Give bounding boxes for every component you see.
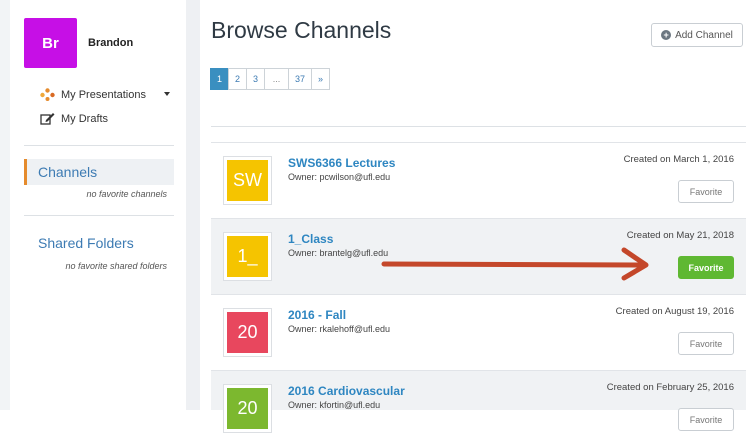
sidebar-divider xyxy=(24,145,174,146)
avatar[interactable]: Br xyxy=(24,18,77,68)
add-channel-button[interactable]: + Add Channel xyxy=(651,23,743,47)
plus-icon: + xyxy=(661,30,672,40)
channel-created-date: Created on May 21, 2018 xyxy=(626,230,734,241)
channel-created-date: Created on February 25, 2016 xyxy=(606,382,734,393)
username[interactable]: Brandon xyxy=(88,37,133,49)
annotation-arrow-icon xyxy=(381,247,649,281)
channels-note: no favorite channels xyxy=(86,189,167,199)
channel-name-link[interactable]: 1_Class xyxy=(288,232,333,246)
channel-owner: Owner: brantelg@ufl.edu xyxy=(288,248,389,258)
channel-tile: 20 xyxy=(227,388,268,429)
next-page-button[interactable]: » xyxy=(311,68,330,90)
page-2-button[interactable]: 2 xyxy=(228,68,247,90)
channel-thumbnail[interactable]: 20 xyxy=(223,384,272,433)
channel-thumbnail[interactable]: 20 xyxy=(223,308,272,357)
nav-my-presentations[interactable]: My Presentations xyxy=(40,88,146,101)
main-divider xyxy=(211,126,746,127)
sidebar-separator xyxy=(186,0,200,410)
my-presentations-label: My Presentations xyxy=(61,88,146,101)
page-ellipsis: ... xyxy=(264,68,289,90)
sidebar-item-channels[interactable]: Channels xyxy=(24,159,174,185)
channel-tile: 20 xyxy=(227,312,268,353)
channel-created-date: Created on August 19, 2016 xyxy=(615,306,734,317)
sidebar-item-shared-folders[interactable]: Shared Folders xyxy=(24,230,174,256)
presentations-icon xyxy=(40,88,55,101)
add-channel-label: Add Channel xyxy=(675,29,733,41)
channel-owner: Owner: pcwilson@ufl.edu xyxy=(288,172,391,182)
favorite-button[interactable]: Favorite xyxy=(678,180,734,203)
page-3-button[interactable]: 3 xyxy=(246,68,265,90)
channel-row: 20 2016 - Fall Owner: rkalehoff@ufl.edu … xyxy=(211,294,746,370)
channel-name-link[interactable]: 2016 - Fall xyxy=(288,308,346,322)
page-title: Browse Channels xyxy=(211,17,392,43)
channel-name-link[interactable]: SWS6366 Lectures xyxy=(288,156,395,170)
channel-owner: Owner: kfortin@ufl.edu xyxy=(288,400,381,410)
shared-folders-note: no favorite shared folders xyxy=(65,261,167,271)
channel-tile: SW xyxy=(227,160,268,201)
page-37-button[interactable]: 37 xyxy=(288,68,312,90)
chevron-down-icon[interactable] xyxy=(164,92,170,96)
my-drafts-label: My Drafts xyxy=(61,112,109,125)
page-1-button[interactable]: 1 xyxy=(210,68,229,90)
pagination: 1 2 3 ... 37 » xyxy=(210,68,330,90)
left-gutter xyxy=(0,0,10,410)
channel-thumbnail[interactable]: 1_ xyxy=(223,232,272,281)
channel-owner: Owner: rkalehoff@ufl.edu xyxy=(288,324,391,334)
channel-thumbnail[interactable]: SW xyxy=(223,156,272,205)
sidebar-divider xyxy=(24,215,174,216)
drafts-icon xyxy=(40,113,55,125)
channel-created-date: Created on March 1, 2016 xyxy=(623,154,734,165)
favorite-button[interactable]: Favorite xyxy=(678,332,734,355)
channel-name-link[interactable]: 2016 Cardiovascular xyxy=(288,384,405,398)
nav-my-drafts[interactable]: My Drafts xyxy=(40,112,108,125)
favorite-button[interactable]: Favorite xyxy=(678,256,734,279)
channel-row: 20 2016 Cardiovascular Owner: kfortin@uf… xyxy=(211,370,746,433)
channel-tile: 1_ xyxy=(227,236,268,277)
channel-row: SW SWS6366 Lectures Owner: pcwilson@ufl.… xyxy=(211,142,746,218)
favorite-button[interactable]: Favorite xyxy=(678,408,734,431)
